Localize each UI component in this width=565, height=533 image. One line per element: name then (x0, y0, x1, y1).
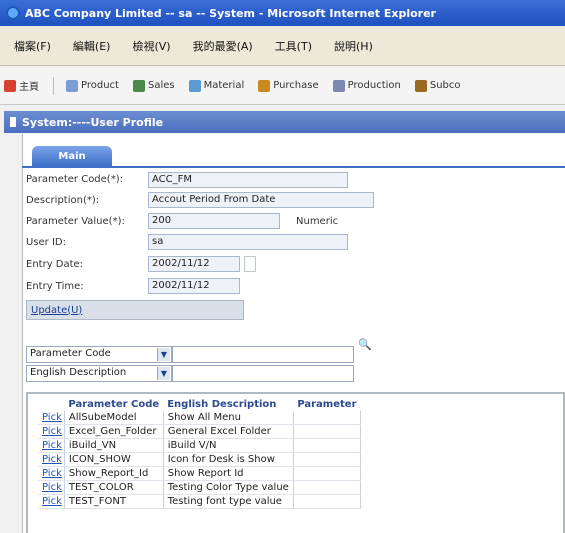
search-field-select-2[interactable]: English Description ▼ (26, 365, 172, 382)
table-row: Pick TEST_COLOR Testing Color Type value (38, 480, 362, 495)
cell-english-description: iBuild V/N (163, 438, 294, 453)
subco-icon (414, 79, 427, 92)
pick-link[interactable]: Pick (38, 466, 65, 481)
menu-help[interactable]: 說明(H) (334, 38, 373, 54)
table-header-row: Parameter Code English Description Param… (38, 398, 361, 411)
chevron-down-icon: ▼ (157, 367, 170, 380)
panel-icon (10, 117, 16, 127)
entry-date-field[interactable]: 2002/11/12 (148, 256, 240, 272)
column-header-parameter[interactable]: Parameter (293, 398, 360, 411)
cell-parameter (293, 438, 362, 453)
table-row: Pick TEST_FONT Testing font type value (38, 494, 362, 509)
pick-link[interactable]: Pick (38, 411, 65, 425)
cell-english-description: Testing font type value (163, 494, 294, 509)
cell-parameter-code: AllSubeModel (64, 411, 164, 425)
param-code-label: Parameter Code(*): (26, 174, 123, 185)
description-label: Description(*): (26, 195, 100, 206)
tab-main[interactable]: Main (32, 146, 112, 166)
result-table: Parameter Code English Description Param… (38, 398, 362, 509)
param-value-field[interactable]: 200 (148, 213, 280, 229)
production-icon (332, 79, 345, 92)
panel-title: System:----User Profile (22, 115, 164, 129)
purchase-icon (258, 79, 271, 92)
search-icon[interactable]: 🔍 (358, 338, 372, 351)
material-icon (188, 79, 201, 92)
module-sales-button[interactable]: Sales (132, 79, 175, 92)
update-button[interactable]: Update(U) (31, 305, 82, 316)
menu-bar: 檔案(F) 編輯(E) 檢視(V) 我的最愛(A) 工具(T) 說明(H) (0, 26, 565, 66)
cell-parameter (293, 480, 362, 495)
table-row: Pick ICON_SHOW Icon for Desk is Show (38, 452, 362, 467)
search-field-select-1[interactable]: Parameter Code ▼ (26, 346, 172, 363)
module-purchase-button[interactable]: Purchase (258, 79, 319, 92)
cell-parameter-code: TEST_COLOR (64, 480, 164, 495)
menu-tools[interactable]: 工具(T) (275, 38, 312, 54)
window-titlebar: ABC Company Limited -- sa -- System - Mi… (0, 0, 565, 26)
product-icon (66, 79, 78, 92)
cell-parameter-code: Show_Report_Id (64, 466, 164, 481)
pick-link[interactable]: Pick (38, 480, 65, 495)
home-icon (4, 79, 16, 92)
module-home-button[interactable]: 主頁 (4, 78, 39, 93)
table-row: Pick Show_Report_Id Show Report Id (38, 466, 362, 481)
menu-edit[interactable]: 編輯(E) (73, 38, 111, 54)
cell-english-description: Testing Color Type value (163, 480, 294, 495)
chevron-down-icon: ▼ (157, 348, 170, 361)
menu-view[interactable]: 檢視(V) (132, 38, 170, 54)
menu-favorites[interactable]: 我的最愛(A) (193, 38, 253, 54)
search-input-2[interactable] (172, 365, 354, 382)
cell-parameter (293, 411, 362, 425)
entry-date-label: Entry Date: (26, 259, 84, 270)
module-toolbar: 主頁 Product Sales Material Purchase Produ… (0, 67, 565, 105)
cell-english-description: Show Report Id (163, 466, 294, 481)
cell-parameter (293, 494, 362, 509)
sales-icon (132, 79, 145, 92)
menu-file[interactable]: 檔案(F) (14, 38, 51, 54)
entry-time-label: Entry Time: (26, 281, 84, 292)
cell-english-description: Show All Menu (163, 411, 294, 425)
param-type-label: Numeric (296, 216, 339, 227)
module-subco-button[interactable]: Subco (414, 79, 461, 92)
pick-link[interactable]: Pick (38, 494, 65, 509)
result-grid: Parameter Code English Description Param… (26, 392, 565, 533)
user-id-field[interactable]: sa (148, 234, 348, 250)
module-material-button[interactable]: Material (188, 79, 244, 92)
cell-parameter (293, 466, 362, 481)
ie-icon (6, 6, 20, 20)
user-id-label: User ID: (26, 237, 66, 248)
cell-english-description: General Excel Folder (163, 424, 294, 439)
calendar-button[interactable] (244, 256, 256, 272)
panel-header: System:----User Profile (4, 111, 565, 133)
column-header-pick (38, 398, 64, 411)
table-row: Pick AllSubeModel Show All Menu (38, 411, 362, 425)
tab-underline (22, 166, 565, 168)
cell-parameter (293, 424, 362, 439)
module-product-button[interactable]: Product (66, 79, 119, 92)
pick-link[interactable]: Pick (38, 424, 65, 439)
cell-english-description: Icon for Desk is Show (163, 452, 294, 467)
search-input-1[interactable] (172, 346, 354, 363)
cell-parameter-code: TEST_FONT (64, 494, 164, 509)
toolbar-separator (53, 76, 54, 95)
window-title: ABC Company Limited -- sa -- System - Mi… (25, 6, 436, 20)
description-field[interactable]: Accout Period From Date (148, 192, 374, 208)
param-code-field[interactable]: ACC_FM (148, 172, 348, 188)
param-value-label: Parameter Value(*): (26, 216, 125, 227)
cell-parameter-code: Excel_Gen_Folder (64, 424, 164, 439)
cell-parameter (293, 452, 362, 467)
pick-link[interactable]: Pick (38, 452, 65, 467)
column-header-parameter-code[interactable]: Parameter Code (64, 398, 163, 411)
table-row: Pick iBuild_VN iBuild V/N (38, 438, 362, 453)
search-panel: Parameter Code ▼ 🔍 English Description ▼ (26, 338, 565, 384)
column-header-english-description[interactable]: English Description (163, 398, 293, 411)
module-production-button[interactable]: Production (332, 79, 401, 92)
pick-link[interactable]: Pick (38, 438, 65, 453)
cell-parameter-code: iBuild_VN (64, 438, 164, 453)
cell-parameter-code: ICON_SHOW (64, 452, 164, 467)
table-row: Pick Excel_Gen_Folder General Excel Fold… (38, 424, 362, 439)
entry-time-field[interactable]: 2002/11/12 (148, 278, 240, 294)
update-bar: Update(U) (26, 300, 244, 320)
